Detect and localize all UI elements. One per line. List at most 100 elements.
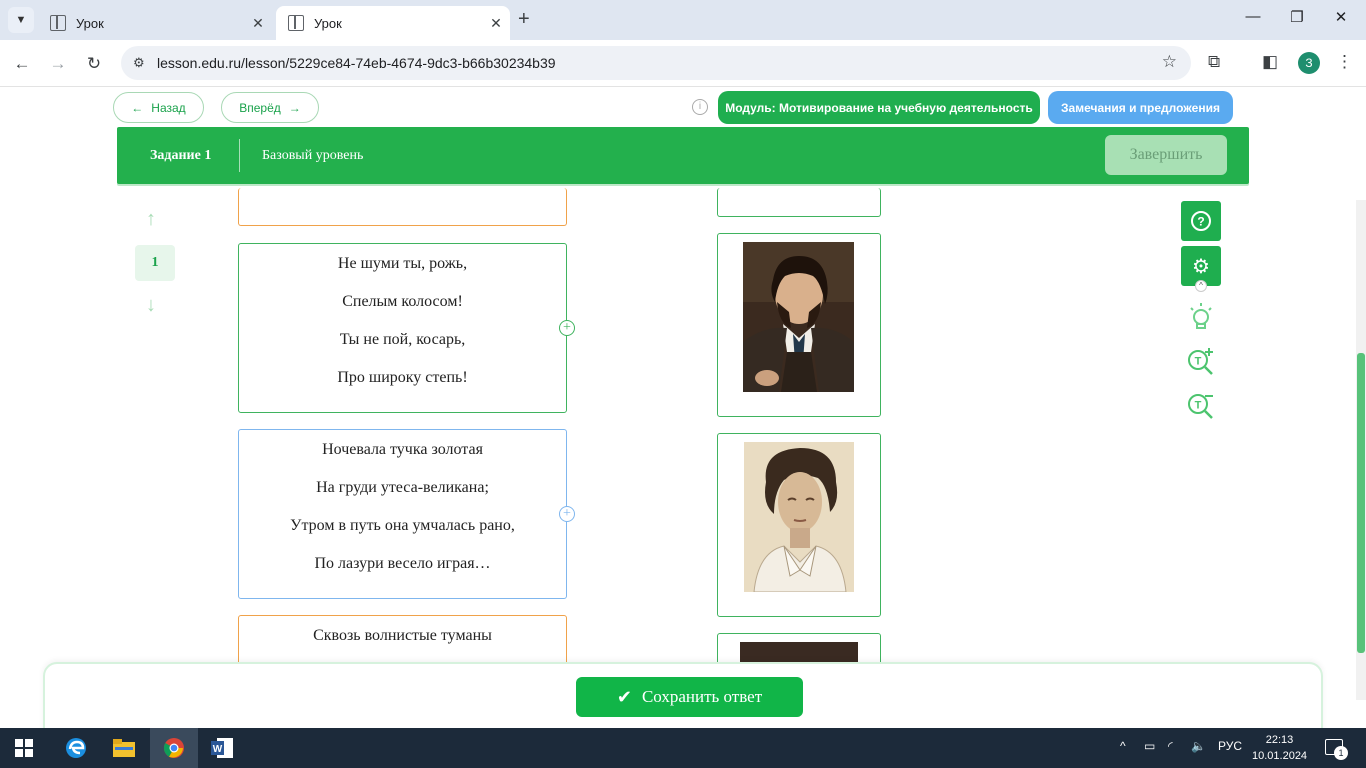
extensions-icon[interactable]: ⧉: [1208, 52, 1220, 72]
side-panel-icon[interactable]: ◧: [1262, 52, 1278, 72]
forward-button[interactable]: Вперёд →: [221, 92, 319, 123]
battery-icon[interactable]: ▭: [1144, 739, 1155, 753]
word-icon: W: [211, 738, 233, 758]
arrow-left-icon: ←: [131, 100, 144, 115]
edge-icon: [66, 738, 86, 758]
wifi-icon[interactable]: ◜: [1168, 739, 1173, 753]
portrait-card[interactable]: [717, 433, 881, 617]
clock-time: 22:13: [1265, 734, 1294, 746]
back-arrow-icon[interactable]: ←: [8, 50, 36, 78]
help-button[interactable]: ?: [1181, 201, 1221, 241]
portrait-card-partial[interactable]: [717, 188, 881, 217]
poem-line: Утром в путь она умчалась рано,: [290, 517, 515, 534]
poem-line: Ты не пой, косарь,: [339, 331, 466, 348]
minimize-button[interactable]: —: [1230, 8, 1276, 25]
more-menu-icon[interactable]: ⋮: [1336, 52, 1353, 72]
info-icon[interactable]: i: [692, 99, 708, 115]
browser-tab-2[interactable]: Урок ✕: [276, 6, 510, 40]
lesson-page: ← Назад Вперёд → i Модуль: Мотивирование…: [0, 88, 1366, 728]
notification-count: 1: [1334, 746, 1348, 760]
arrow-up-icon[interactable]: ↑: [146, 208, 156, 231]
system-clock[interactable]: 22:13 10.01.2024: [1252, 732, 1307, 764]
close-window-button[interactable]: ✕: [1318, 8, 1364, 26]
collapse-chevron-icon[interactable]: ^: [1195, 280, 1207, 292]
connect-plus-icon[interactable]: +: [559, 506, 575, 522]
reload-icon[interactable]: ↻: [80, 50, 108, 78]
edge-app[interactable]: [52, 728, 100, 768]
module-button[interactable]: Модуль: Мотивирование на учебную деятель…: [718, 91, 1040, 124]
page-number[interactable]: 1: [135, 245, 175, 281]
svg-text:T: T: [1195, 400, 1202, 412]
arrow-down-icon[interactable]: ↓: [146, 294, 156, 317]
poem-card-partial[interactable]: [238, 188, 567, 226]
portrait-blok-image: [744, 442, 854, 592]
question-icon: ?: [1191, 211, 1211, 231]
url-text[interactable]: lesson.edu.ru/lesson/5229ce84-74eb-4674-…: [157, 55, 556, 71]
divider: [239, 139, 240, 172]
word-app[interactable]: W: [198, 728, 246, 768]
tray-chevron-icon[interactable]: ^: [1120, 739, 1126, 753]
notification-center-icon[interactable]: 1: [1325, 739, 1348, 760]
zoom-out-text-icon[interactable]: T: [1185, 389, 1217, 421]
task-number: Задание 1: [150, 148, 212, 163]
poem-card[interactable]: Не шуми ты, рожь, Спелым колосом! Ты не …: [238, 243, 575, 413]
volume-icon[interactable]: 🔈: [1191, 739, 1206, 753]
save-answer-label: Сохранить ответ: [641, 687, 763, 706]
task-level: Базовый уровень: [262, 148, 364, 163]
arrow-right-icon: →: [288, 100, 301, 115]
task-header: Задание 1 Базовый уровень Завершить: [117, 127, 1249, 184]
gear-icon: ⚙: [1192, 255, 1210, 278]
tab-title: Урок: [76, 15, 104, 31]
poem-line: Не шуми ты, рожь,: [337, 255, 468, 272]
feedback-button[interactable]: Замечания и предложения: [1048, 91, 1233, 124]
lesson-favicon-icon: [288, 15, 304, 31]
tab-title: Урок: [314, 15, 342, 31]
windows-start-button[interactable]: [0, 728, 48, 768]
back-button[interactable]: ← Назад: [113, 92, 204, 123]
explorer-app[interactable]: [100, 728, 148, 768]
zoom-in-text-icon[interactable]: T: [1185, 345, 1217, 377]
forward-arrow-icon[interactable]: →: [44, 50, 72, 78]
check-icon: ✔: [616, 686, 632, 707]
poem-line: Ночевала тучка золотая: [322, 441, 483, 458]
poem-line: Сквозь волнистые туманы: [313, 627, 492, 644]
chrome-icon: [163, 738, 184, 758]
forward-label: Вперёд: [239, 100, 281, 115]
save-answer-button[interactable]: ✔ Сохранить ответ: [576, 677, 803, 717]
site-settings-icon[interactable]: ⚙: [133, 55, 145, 71]
bookmark-star-icon[interactable]: ☆: [1162, 52, 1177, 72]
restore-button[interactable]: ❐: [1274, 8, 1320, 26]
windows-logo-icon: [15, 739, 33, 757]
browser-toolbar: ← → ↻ ⚙ lesson.edu.ru/lesson/5229ce84-74…: [0, 40, 1366, 87]
poem-card[interactable]: Ночевала тучка золотая На груди утеса-ве…: [238, 429, 575, 599]
save-answer-panel: ✔ Сохранить ответ: [43, 662, 1323, 728]
profile-avatar[interactable]: З: [1298, 52, 1320, 74]
portrait-pushkin-image: [743, 242, 854, 392]
poem-line: Спелым колосом!: [342, 293, 463, 310]
new-tab-button[interactable]: +: [518, 8, 530, 31]
poem-line: По лазури весело играя…: [314, 555, 491, 572]
back-label: Назад: [151, 100, 186, 115]
language-indicator[interactable]: РУС: [1218, 739, 1242, 753]
svg-text:W: W: [213, 744, 223, 755]
browser-tab-1[interactable]: Урок ✕: [38, 6, 272, 40]
finish-button[interactable]: Завершить: [1105, 135, 1227, 175]
svg-text:?: ?: [1197, 215, 1204, 229]
page-scrollbar-thumb[interactable]: [1357, 353, 1365, 653]
chrome-app[interactable]: [150, 728, 198, 768]
folder-icon: [113, 739, 135, 757]
connect-plus-icon[interactable]: +: [559, 320, 575, 336]
hint-lightbulb-icon[interactable]: [1185, 300, 1217, 332]
close-tab-icon[interactable]: ✕: [244, 15, 272, 32]
browser-tabstrip: ▼ Урок ✕ Урок ✕ + — ❐ ✕: [0, 0, 1366, 40]
poem-line: Про широку степь!: [337, 369, 468, 386]
portrait-card[interactable]: [717, 233, 881, 417]
lesson-favicon-icon: [50, 15, 66, 31]
svg-text:T: T: [1195, 356, 1202, 368]
close-tab-icon[interactable]: ✕: [482, 15, 510, 32]
address-bar[interactable]: ⚙ lesson.edu.ru/lesson/5229ce84-74eb-467…: [121, 46, 1191, 80]
tab-search-menu-button[interactable]: ▼: [8, 7, 34, 33]
clock-date: 10.01.2024: [1252, 750, 1308, 762]
poem-line: На груди утеса-великана;: [316, 479, 489, 496]
windows-taskbar: W ^ ▭ ◜ 🔈 РУС 22:13 10.01.2024 1: [0, 728, 1366, 768]
